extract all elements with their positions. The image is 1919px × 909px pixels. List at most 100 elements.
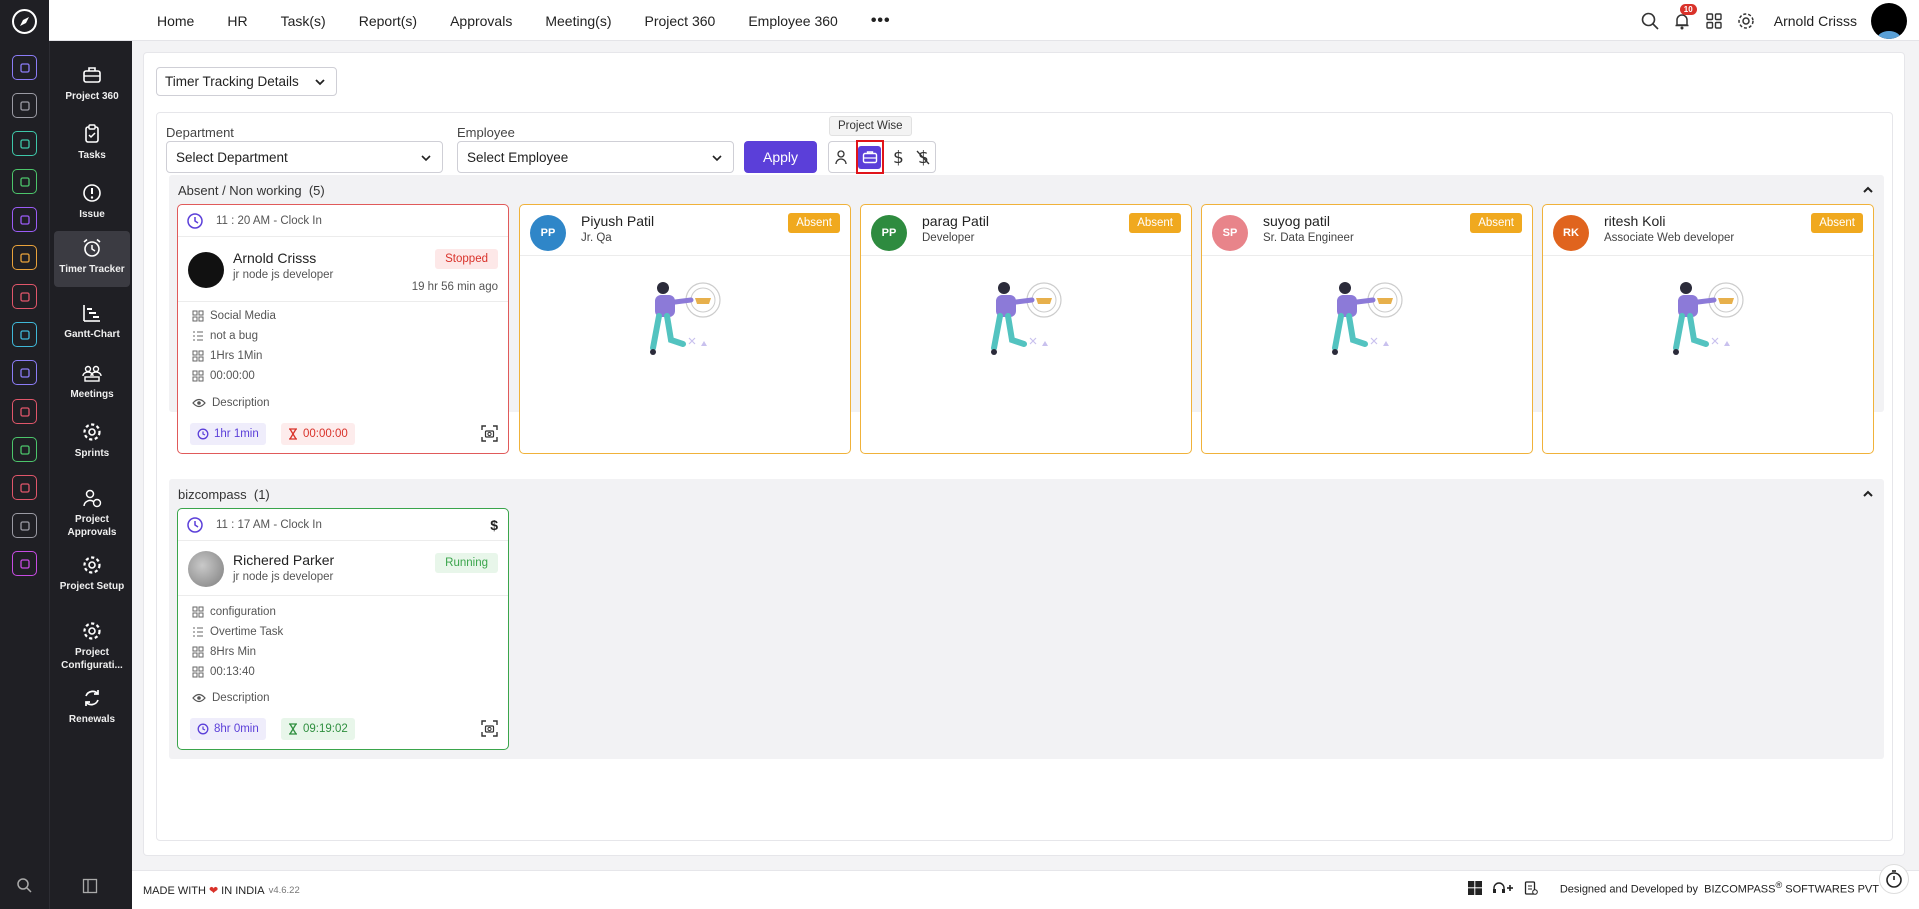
apps-grid-icon[interactable]	[1704, 11, 1724, 31]
employee-label: Employee	[457, 125, 515, 140]
main-content: Timer Tracking Details Department Select…	[143, 52, 1905, 856]
absent-employee-card[interactable]: PP Piyush Patil Jr. Qa Absent	[519, 204, 851, 454]
sidebar-item-project-approvals[interactable]: Project Approvals	[54, 481, 130, 545]
sidebar-item-issue[interactable]: Issue	[54, 176, 130, 232]
search-icon[interactable]	[1640, 11, 1660, 31]
screenshot-icon[interactable]	[481, 720, 498, 737]
compass-logo-icon[interactable]	[11, 8, 38, 35]
timer-tracking-panel: Department Select Department Employee Se…	[156, 112, 1893, 841]
topnav-meetings[interactable]: Meeting(s)	[545, 13, 611, 29]
topnav-project-360[interactable]: Project 360	[644, 13, 715, 29]
absent-employee-card[interactable]: RK ritesh Koli Associate Web developer Abse…	[1542, 204, 1874, 454]
support-headset-icon[interactable]	[1492, 881, 1514, 895]
module-switcher-icon[interactable]	[12, 207, 37, 232]
chevron-up-icon[interactable]	[1862, 489, 1874, 499]
collapse-sidebar-icon[interactable]	[82, 878, 98, 894]
employee-name: Richered Parker	[233, 552, 335, 568]
sidebar-item-gantt-chart[interactable]: Gantt-Chart	[54, 296, 130, 352]
module-switcher-icon[interactable]	[12, 55, 37, 80]
non-billable-view-button[interactable]: $	[911, 142, 936, 172]
avatar	[188, 252, 224, 288]
module-switcher-icon[interactable]	[12, 131, 37, 156]
absent-illustration	[1668, 278, 1748, 363]
clock-in-time: 11 : 20 AM - Clock In	[216, 214, 322, 227]
sidebar-item-project-configurati[interactable]: Project Configurati...	[54, 614, 130, 680]
sidebar-item-label: Issue	[79, 209, 105, 220]
sidebar-item-project-360[interactable]: Project 360	[54, 58, 130, 114]
view-mode-toggle: $ $	[828, 140, 936, 174]
estimate-detail: 1Hrs 1Min	[192, 350, 262, 362]
module-switcher-icon[interactable]	[12, 284, 37, 309]
module-switcher-icon[interactable]	[12, 245, 37, 270]
sidebar-item-meetings[interactable]: Meetings	[54, 356, 130, 412]
topnav-employee-360[interactable]: Employee 360	[748, 13, 838, 29]
employee-wise-view-button[interactable]	[829, 142, 854, 172]
timer-card[interactable]: 11 : 17 AM - Clock In $ Richered Parker …	[177, 508, 509, 750]
sidebar-item-sprints[interactable]: Sprints	[54, 415, 130, 471]
grid-icon	[192, 370, 204, 382]
settings-gear-icon[interactable]	[1736, 11, 1756, 31]
topnav-approvals[interactable]: Approvals	[450, 13, 512, 29]
estimate-value: 8Hrs Min	[210, 646, 257, 658]
screenshot-icon[interactable]	[481, 425, 498, 442]
clipboard-icon	[81, 123, 103, 145]
module-switcher-icon[interactable]	[12, 475, 37, 500]
notification-bell-icon[interactable]: 10	[1672, 3, 1697, 31]
grid-icon	[192, 310, 204, 322]
description-link[interactable]: Description	[192, 397, 270, 409]
notification-count-badge: 10	[1679, 3, 1697, 15]
search-icon[interactable]	[15, 876, 33, 894]
sidebar-item-renewals[interactable]: Renewals	[54, 681, 130, 737]
chevron-down-icon	[420, 153, 432, 163]
topnav-home[interactable]: Home	[157, 13, 194, 29]
sidebar-item-label: Meetings	[70, 389, 114, 400]
topnav-hr[interactable]: HR	[227, 13, 247, 29]
module-switcher-icon[interactable]	[12, 551, 37, 576]
timer-card[interactable]: 11 : 20 AM - Clock In Arnold Crisss jr n…	[177, 204, 509, 454]
approvals-icon	[81, 487, 103, 509]
checklist-icon	[192, 626, 204, 638]
more-menu-icon[interactable]: •••	[871, 12, 891, 30]
avatar: RK	[1553, 215, 1589, 251]
module-switcher-icon[interactable]	[12, 513, 37, 538]
sidebar-item-tasks[interactable]: Tasks	[54, 117, 130, 173]
sidebar-item-label: Gantt-Chart	[64, 329, 120, 340]
sidebar-item-project-setup[interactable]: Project Setup	[54, 548, 130, 604]
made-prefix: MADE WITH	[143, 884, 206, 897]
user-name[interactable]: Arnold Crisss	[1774, 13, 1857, 29]
sidebar-item-timer-tracker[interactable]: Timer Tracker	[54, 231, 130, 287]
apply-button[interactable]: Apply	[744, 141, 817, 173]
module-switcher-icon[interactable]	[12, 93, 37, 118]
project-wise-view-button[interactable]	[855, 140, 884, 174]
timer-chip: 09:19:02	[281, 718, 355, 740]
view-type-dropdown[interactable]: Timer Tracking Details	[156, 67, 337, 96]
description-link[interactable]: Description	[192, 692, 270, 704]
timer-value: 00:00:00	[303, 428, 348, 440]
windows-icon[interactable]	[1467, 880, 1482, 895]
bizcompass-group: bizcompass (1) 11 : 17 AM - Clock In $ R…	[169, 479, 1884, 759]
module-switcher-icon[interactable]	[12, 437, 37, 462]
made-suffix: IN INDIA	[221, 884, 265, 897]
absent-employee-card[interactable]: SP suyog patil Sr. Data Engineer Absent	[1201, 204, 1533, 454]
module-switcher-icon[interactable]	[12, 322, 37, 347]
module-switcher-icon[interactable]	[12, 169, 37, 194]
topnav-reports[interactable]: Report(s)	[359, 13, 417, 29]
topnav-tasks[interactable]: Task(s)	[281, 13, 326, 29]
department-select[interactable]: Select Department	[166, 141, 443, 173]
department-select-value: Select Department	[176, 149, 288, 165]
employee-role: Developer	[922, 232, 975, 244]
billable-view-button[interactable]: $	[886, 142, 911, 172]
user-avatar[interactable]	[1871, 2, 1907, 39]
module-switcher-icon[interactable]	[12, 360, 37, 385]
clock-in-row: 11 : 17 AM - Clock In $	[178, 509, 508, 541]
avatar: PP	[530, 215, 566, 251]
sidebar-item-label: Tasks	[78, 150, 106, 161]
absent-employee-card[interactable]: PP parag Patil Developer Absent	[860, 204, 1192, 454]
chevron-up-icon[interactable]	[1862, 185, 1874, 195]
svg-text:$: $	[893, 148, 904, 166]
avatar: PP	[871, 215, 907, 251]
module-switcher-icon[interactable]	[12, 399, 37, 424]
document-icon[interactable]	[1524, 881, 1538, 895]
employee-select[interactable]: Select Employee	[457, 141, 734, 173]
stopwatch-icon[interactable]	[1879, 864, 1909, 894]
